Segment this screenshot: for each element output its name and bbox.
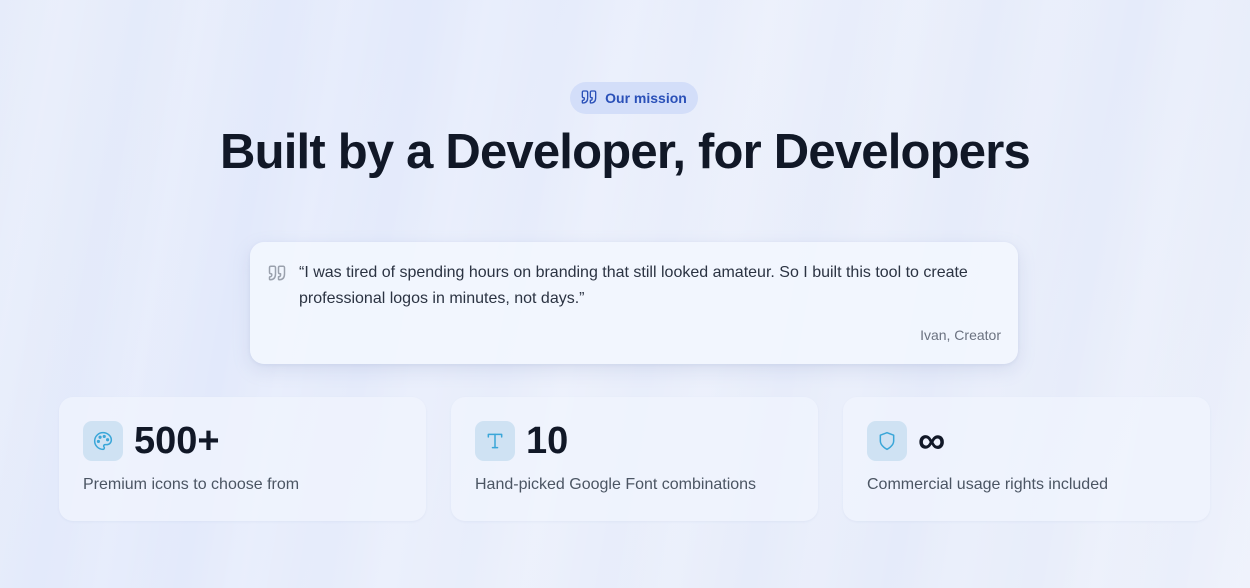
type-icon	[475, 421, 515, 461]
stat-label: Premium icons to choose from	[83, 476, 300, 493]
quote-icon	[581, 89, 597, 108]
stat-label: Commercial usage rights included	[867, 476, 1108, 493]
stat-label: Hand-picked Google Font combinations	[475, 476, 757, 493]
stat-card-icons: 500+ Premium icons to choose from	[59, 397, 426, 521]
mission-badge: Our mission	[570, 82, 698, 114]
stat-value: 500+	[134, 420, 220, 462]
shield-icon	[867, 421, 907, 461]
stat-value: ∞	[918, 420, 946, 462]
testimonial-text: “I was tired of spending hours on brandi…	[299, 264, 968, 307]
testimonial-card: “I was tired of spending hours on brandi…	[250, 242, 1018, 364]
quote-icon	[268, 264, 286, 282]
stat-value: 10	[526, 420, 569, 462]
stat-card-fonts: 10 Hand-picked Google Font combinations	[451, 397, 818, 521]
testimonial-author: Ivan, Creator	[920, 327, 1001, 343]
mission-badge-label: Our mission	[605, 90, 687, 106]
page-title: Built by a Developer, for Developers	[220, 125, 1031, 179]
stat-card-rights: ∞ Commercial usage rights included	[843, 397, 1210, 521]
palette-icon	[83, 421, 123, 461]
